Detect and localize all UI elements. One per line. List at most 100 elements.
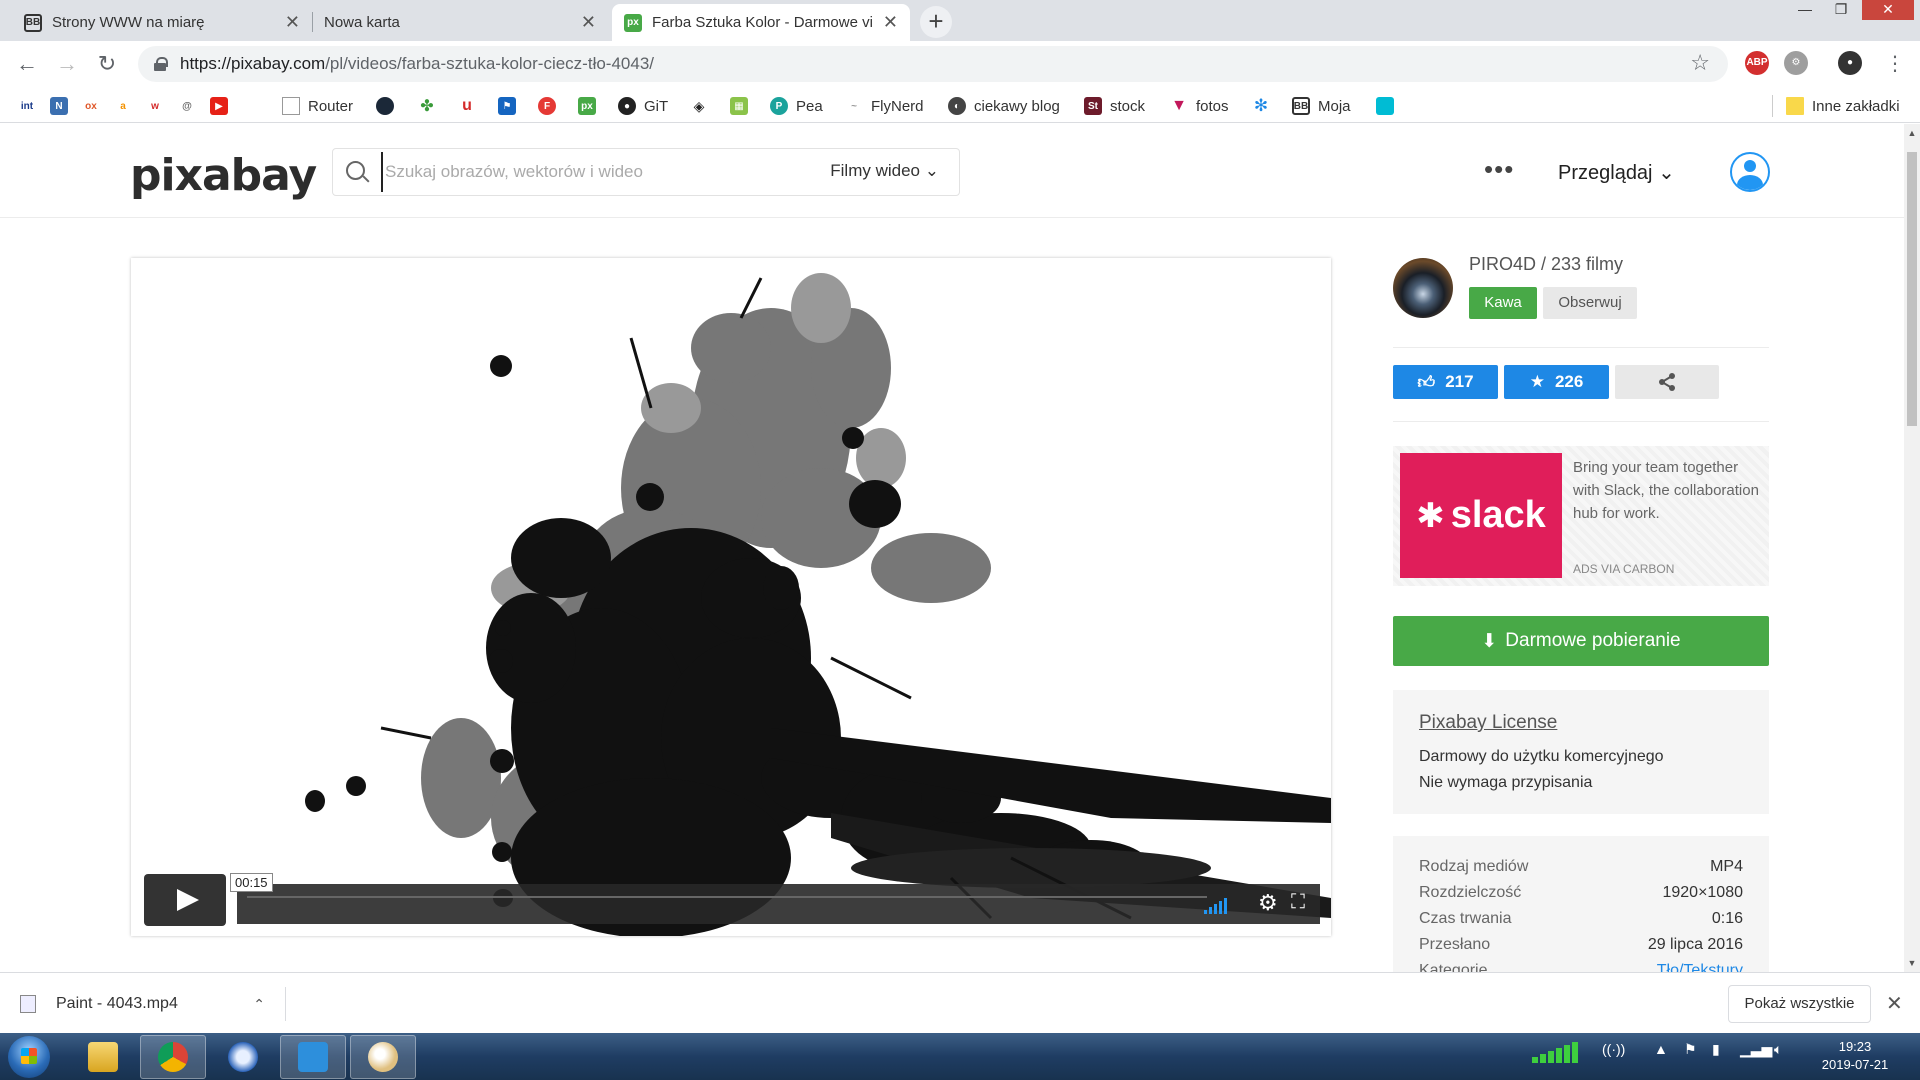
amazon-icon[interactable]: a <box>114 97 132 115</box>
bookmark-u[interactable]: u <box>458 95 484 117</box>
scrollbar-thumb[interactable] <box>1907 152 1917 426</box>
seek-bar[interactable] <box>237 884 1320 924</box>
stock-icon: St <box>1084 97 1102 115</box>
browse-menu[interactable]: Przeglądaj ⌄ <box>1558 160 1675 185</box>
profile-icon[interactable]: ● <box>1838 51 1862 75</box>
taskbar-thunderbird[interactable] <box>210 1035 276 1079</box>
show-all-downloads-button[interactable]: Pokaż wszystkie <box>1728 985 1871 1023</box>
taskbar-chrome[interactable] <box>140 1035 206 1079</box>
bookmark-git[interactable]: ● GiT <box>618 95 668 117</box>
bookmark-snowflake[interactable]: ✻ <box>1252 95 1278 117</box>
search-input[interactable] <box>381 152 801 192</box>
battery-icon[interactable]: ▮ <box>1712 1041 1720 1058</box>
window-close-icon[interactable]: ✕ <box>1862 0 1914 20</box>
tab-nowa-karta[interactable]: Nowa karta ✕ <box>312 4 608 41</box>
scroll-down-icon[interactable]: ▼ <box>1904 958 1920 968</box>
network-meter-icon[interactable] <box>1530 1041 1580 1068</box>
show-hidden-icons[interactable]: ▲ <box>1654 1041 1668 1057</box>
bookmark-other[interactable]: Inne zakładki <box>1786 95 1900 117</box>
taskbar-vscode[interactable] <box>280 1035 346 1079</box>
free-download-button[interactable]: ⬇ Darmowe pobieranie <box>1393 616 1769 666</box>
settings-gear-icon[interactable]: ⚙ <box>1258 890 1278 916</box>
forward-icon[interactable]: → <box>52 49 82 79</box>
play-button[interactable] <box>144 874 226 926</box>
slack-ad-image[interactable]: ✱ slack <box>1400 453 1562 578</box>
menu-icon[interactable]: ⋮ <box>1880 49 1910 79</box>
at-icon[interactable]: @ <box>178 97 196 115</box>
bookmark-steam[interactable] <box>376 95 402 117</box>
bookmark-flag[interactable]: ⚑ <box>498 95 524 117</box>
wireless-icon[interactable]: ((·)) <box>1602 1041 1625 1057</box>
author-name[interactable]: PIRO4D / 233 filmy <box>1469 254 1623 275</box>
bookmark-ciekawy-blog[interactable]: ◐ ciekawy blog <box>948 95 1060 117</box>
bookmark-leaf[interactable]: ✤ <box>418 95 444 117</box>
media-type-dropdown[interactable]: Filmy wideo ⌄ <box>830 161 939 181</box>
volume-icon[interactable] <box>1204 896 1236 914</box>
chevron-up-icon[interactable]: ⌃ <box>253 996 265 1013</box>
close-icon[interactable]: ✕ <box>581 12 596 33</box>
author-avatar[interactable] <box>1393 258 1453 318</box>
taskbar-paint[interactable] <box>350 1035 416 1079</box>
scroll-up-icon[interactable]: ▲ <box>1904 128 1920 138</box>
tab-pixabay[interactable]: px Farba Sztuka Kolor - Darmowe vi ✕ <box>612 4 910 41</box>
download-item[interactable]: Paint - 4043.mp4 ⌃ <box>20 987 286 1021</box>
fullscreen-icon[interactable]: ⛶ <box>1291 891 1305 914</box>
downloads-shelf: Paint - 4043.mp4 ⌃ Pokaż wszystkie ✕ <box>0 972 1920 1033</box>
olx-icon[interactable]: ox <box>82 97 100 115</box>
system-clock[interactable]: 19:23 2019-07-21 <box>1810 1038 1900 1074</box>
user-avatar-icon[interactable] <box>1730 152 1770 192</box>
coffee-button[interactable]: Kawa <box>1469 287 1537 319</box>
bookmark-game[interactable]: ▦ <box>730 95 756 117</box>
new-tab-button[interactable]: + <box>920 6 952 38</box>
carbon-ad[interactable]: ✱ slack Bring your team together with Sl… <box>1393 446 1769 586</box>
tab-strony-www[interactable]: BB Strony WWW na miarę ✕ <box>12 4 312 41</box>
video-player[interactable]: 00:15 ⚙ ⛶ <box>131 258 1331 936</box>
address-bar[interactable]: https://pixabay.com/pl/videos/farba-sztu… <box>138 46 1728 82</box>
thumbs-up-icon: 👍︎ <box>1417 372 1436 392</box>
seek-track[interactable] <box>247 896 1207 898</box>
pixabay-logo[interactable]: pixabay <box>130 150 317 201</box>
close-icon[interactable]: ✕ <box>285 12 300 33</box>
minimize-icon[interactable]: — <box>1790 0 1820 20</box>
page-scrollbar[interactable]: ▲ ▼ <box>1904 124 1920 972</box>
share-icon <box>1659 373 1675 391</box>
like-button[interactable]: 👍︎ 217 <box>1393 365 1498 399</box>
paint-icon <box>368 1042 398 1072</box>
volume-tray-icon[interactable]: 🔈︎ <box>1774 1041 1782 1058</box>
bookmark-f[interactable]: F <box>538 95 564 117</box>
adblock-icon[interactable]: ABP <box>1745 51 1769 75</box>
int-icon[interactable]: int <box>18 97 36 115</box>
share-button[interactable] <box>1615 365 1719 399</box>
bookmark-n-icon[interactable]: N <box>50 97 68 115</box>
reload-icon[interactable]: ↻ <box>92 49 122 79</box>
license-link[interactable]: Pixabay License <box>1419 712 1743 734</box>
ad-via-carbon[interactable]: ADS VIA CARBON <box>1573 562 1674 576</box>
signal-icon[interactable]: ▁▃▅ <box>1740 1041 1772 1058</box>
favorite-count: 226 <box>1554 372 1584 391</box>
close-icon[interactable]: ✕ <box>883 12 898 33</box>
ad-text[interactable]: Bring your team together with Slack, the… <box>1573 456 1763 525</box>
extension-gear-icon[interactable]: ⚙ <box>1784 51 1808 75</box>
favorite-button[interactable]: ★ 226 <box>1504 365 1609 399</box>
bookmark-moja[interactable]: BB Moja <box>1292 95 1351 117</box>
restore-icon[interactable]: ❐ <box>1826 0 1856 20</box>
close-shelf-icon[interactable]: ✕ <box>1886 991 1903 1016</box>
taskbar-explorer[interactable] <box>70 1035 136 1079</box>
bookmark-pea[interactable]: P Pea <box>770 95 823 117</box>
bookmark-teal[interactable] <box>1376 95 1402 117</box>
follow-button[interactable]: Obserwuj <box>1543 287 1637 319</box>
bookmark-pixabay[interactable]: px <box>578 95 604 117</box>
bookmark-router[interactable]: Router <box>282 95 353 117</box>
bookmark-fotos[interactable]: ▼ fotos <box>1170 95 1229 117</box>
bookmark-star-icon[interactable]: ☆ <box>1690 50 1710 76</box>
start-button[interactable] <box>8 1036 50 1078</box>
wykop-icon[interactable]: w <box>146 97 164 115</box>
back-icon[interactable]: ← <box>12 49 42 79</box>
action-center-flag-icon[interactable]: ⚑ <box>1684 1041 1697 1058</box>
bookmark-stock[interactable]: St stock <box>1084 95 1145 117</box>
bookmark-codepen[interactable]: ◈ <box>690 95 716 117</box>
more-menu-icon[interactable]: ••• <box>1484 154 1514 185</box>
search-icon[interactable] <box>333 148 381 196</box>
youtube-icon[interactable]: ▶ <box>210 97 228 115</box>
bookmark-flynerd[interactable]: ~ FlyNerd <box>845 95 924 117</box>
